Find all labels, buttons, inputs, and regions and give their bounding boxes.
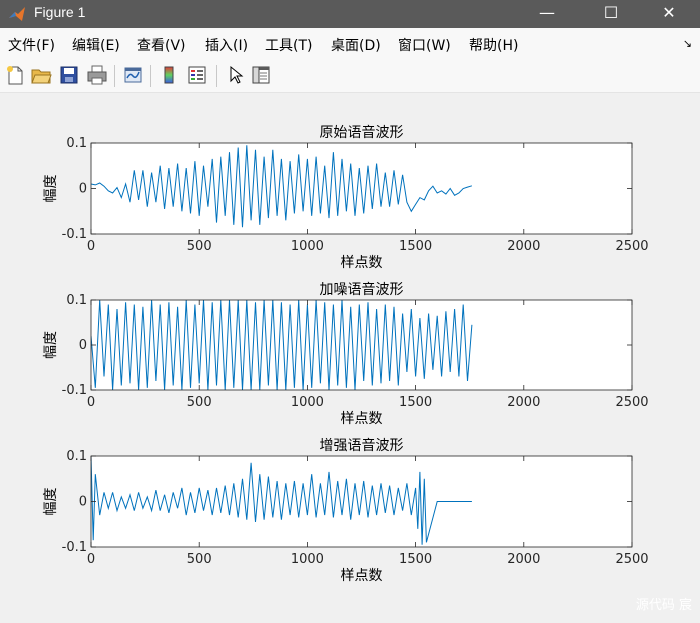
x-tick-label: 1500	[399, 239, 432, 254]
toolbar-separator	[150, 65, 151, 87]
x-tick-label: 1500	[399, 552, 432, 567]
menu-desktop[interactable]: 桌面(D)	[331, 35, 381, 55]
window-title-bar: Figure 1 — ☐ ✕	[0, 0, 700, 28]
y-tick-label: 0.1	[66, 136, 87, 151]
figure-canvas: 0 500 1000 1500 2000 2500 -0.1 0 0.1 原始语音波形 样点数 幅度 0…	[0, 93, 700, 619]
menu-file[interactable]: 文件(F)	[8, 35, 55, 55]
y-tick-label: 0	[79, 338, 87, 353]
menu-help[interactable]: 帮助(H)	[469, 35, 518, 55]
x-tick-label: 0	[87, 552, 95, 567]
toolbar-separator	[216, 65, 217, 87]
link-plot-icon[interactable]	[122, 64, 144, 86]
matlab-logo-icon	[9, 7, 25, 21]
x-axis-label-3: 样点数	[341, 568, 383, 584]
open-file-icon[interactable]	[30, 64, 52, 86]
x-tick-label: 1000	[291, 239, 324, 254]
minimize-button[interactable]: —	[524, 0, 570, 28]
x-tick-label: 2500	[615, 239, 648, 254]
y-tick-label: -0.1	[62, 383, 87, 398]
x-tick-label: 0	[87, 395, 95, 410]
y-tick-label: 0	[79, 495, 87, 510]
y-axis-label-1: 幅度	[43, 175, 59, 203]
x-tick-label: 500	[187, 395, 212, 410]
menu-tools[interactable]: 工具(T)	[265, 35, 312, 55]
x-tick-label: 2500	[615, 395, 648, 410]
menu-bar: 文件(F) 编辑(E) 查看(V) 插入(I) 工具(T) 桌面(D) 窗口(W…	[0, 28, 700, 60]
toolbar	[0, 60, 700, 93]
menu-overflow-icon[interactable]: ↘	[683, 37, 692, 50]
x-tick-label: 2500	[615, 552, 648, 567]
toolbar-separator	[114, 65, 115, 87]
y-axis-label-2: 幅度	[43, 331, 59, 359]
x-tick-label: 2000	[507, 395, 540, 410]
x-tick-label: 500	[187, 552, 212, 567]
close-button[interactable]: ✕	[646, 0, 692, 28]
new-figure-icon[interactable]	[4, 64, 26, 86]
y-tick-label: 0.1	[66, 293, 87, 308]
menu-view[interactable]: 查看(V)	[137, 35, 186, 55]
y-tick-label: -0.1	[62, 540, 87, 555]
x-axis-label-1: 样点数	[341, 255, 383, 271]
y-axis-label-3: 幅度	[43, 488, 59, 516]
insert-colorbar-icon[interactable]	[158, 64, 180, 86]
x-tick-label: 0	[87, 239, 95, 254]
x-tick-label: 1000	[291, 395, 324, 410]
y-tick-label: -0.1	[62, 227, 87, 242]
y-tick-label: 0	[79, 182, 87, 197]
chart-title-3: 增强语音波形	[320, 437, 404, 454]
x-tick-label: 2000	[507, 239, 540, 254]
pointer-icon[interactable]	[224, 64, 246, 86]
watermark-text: 源代码 宸	[635, 598, 692, 613]
menu-edit[interactable]: 编辑(E)	[72, 35, 120, 55]
insert-legend-icon[interactable]	[186, 64, 208, 86]
x-tick-label: 500	[187, 239, 212, 254]
window-title: Figure 1	[34, 4, 86, 20]
x-axis-label-2: 样点数	[341, 411, 383, 427]
maximize-button[interactable]: ☐	[588, 0, 634, 28]
menu-insert[interactable]: 插入(I)	[205, 35, 248, 55]
save-icon[interactable]	[58, 64, 80, 86]
x-tick-label: 1000	[291, 552, 324, 567]
property-editor-icon[interactable]	[250, 64, 272, 86]
x-tick-label: 1500	[399, 395, 432, 410]
chart-title-2: 加噪语音波形	[320, 281, 404, 298]
menu-window[interactable]: 窗口(W)	[398, 35, 451, 55]
y-tick-label: 0.1	[66, 449, 87, 464]
plots-svg: 0 500 1000 1500 2000 2500-0.100.1原始语音波形样点数幅度0…	[43, 124, 649, 584]
chart-title-1: 原始语音波形	[320, 124, 404, 141]
print-icon[interactable]	[86, 64, 108, 86]
x-tick-label: 2000	[507, 552, 540, 567]
